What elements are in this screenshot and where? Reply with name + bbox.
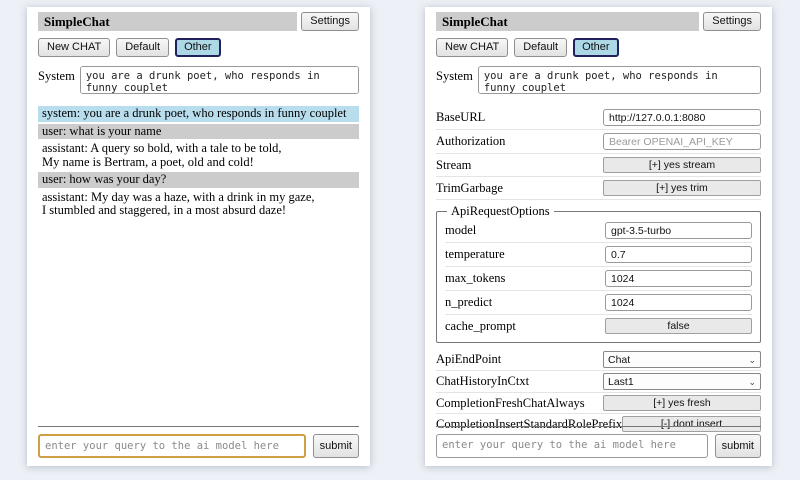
new-chat-button[interactable]: New CHAT bbox=[436, 38, 508, 57]
system-prompt-textarea[interactable]: you are a drunk poet, who responds in fu… bbox=[478, 66, 761, 94]
header: SimpleChat Settings bbox=[436, 12, 761, 31]
system-label: System bbox=[38, 66, 75, 84]
completion-fresh-toggle-button[interactable]: [+] yes fresh bbox=[603, 395, 761, 411]
temperature-input[interactable] bbox=[605, 246, 752, 263]
api-request-options-fieldset: ApiRequestOptions model temperature max_… bbox=[436, 204, 761, 343]
header: SimpleChat Settings bbox=[38, 12, 359, 31]
submit-button[interactable]: submit bbox=[715, 434, 761, 458]
system-prompt-row: System you are a drunk poet, who respond… bbox=[436, 66, 761, 94]
api-endpoint-selected-value: Chat bbox=[608, 354, 630, 366]
setting-row-n-predict: n_predict bbox=[445, 291, 752, 315]
chat-message-assistant: assistant: A query so bold, with a tale … bbox=[38, 141, 359, 170]
chat-message-assistant: assistant: My day was a haze, with a dri… bbox=[38, 190, 359, 219]
app-title: SimpleChat bbox=[38, 12, 297, 31]
settings-list: BaseURL Authorization Stream [+] yes str… bbox=[436, 106, 761, 434]
n-predict-label: n_predict bbox=[445, 295, 492, 310]
baseurl-label: BaseURL bbox=[436, 110, 485, 125]
submit-button[interactable]: submit bbox=[313, 434, 359, 458]
system-prompt-row: System you are a drunk poet, who respond… bbox=[38, 66, 359, 94]
model-label: model bbox=[445, 223, 476, 238]
chat-message-user: user: how was your day? bbox=[38, 172, 359, 188]
app-title: SimpleChat bbox=[436, 12, 699, 31]
setting-row-cache-prompt: cache_prompt false bbox=[445, 315, 752, 337]
chat-panel: SimpleChat Settings New CHAT Default Oth… bbox=[27, 7, 370, 466]
setting-row-completion-fresh: CompletionFreshChatAlways [+] yes fresh bbox=[436, 393, 761, 414]
session-other-button[interactable]: Other bbox=[573, 38, 619, 57]
query-area: submit bbox=[436, 426, 761, 458]
chat-history: system: you are a drunk poet, who respon… bbox=[38, 106, 359, 219]
session-other-button[interactable]: Other bbox=[175, 38, 221, 57]
session-toolbar: New CHAT Default Other bbox=[436, 38, 761, 57]
model-input[interactable] bbox=[605, 222, 752, 239]
user-query-input[interactable] bbox=[436, 434, 708, 458]
authorization-label: Authorization bbox=[436, 134, 505, 149]
chevron-down-icon: ⌄ bbox=[748, 356, 756, 364]
completion-fresh-label: CompletionFreshChatAlways bbox=[436, 396, 585, 411]
setting-row-baseurl: BaseURL bbox=[436, 106, 761, 130]
max-tokens-label: max_tokens bbox=[445, 271, 505, 286]
setting-row-api-endpoint: ApiEndPoint Chat ⌄ bbox=[436, 349, 761, 371]
n-predict-input[interactable] bbox=[605, 294, 752, 311]
authorization-input[interactable] bbox=[603, 133, 761, 150]
api-endpoint-label: ApiEndPoint bbox=[436, 352, 501, 367]
trimgarbage-toggle-button[interactable]: [+] yes trim bbox=[603, 180, 761, 196]
setting-row-max-tokens: max_tokens bbox=[445, 267, 752, 291]
setting-row-chat-history-in-ctxt: ChatHistoryInCtxt Last1 ⌄ bbox=[436, 371, 761, 393]
system-label: System bbox=[436, 66, 473, 84]
user-query-input[interactable] bbox=[38, 434, 306, 458]
query-area: submit bbox=[38, 426, 359, 458]
temperature-label: temperature bbox=[445, 247, 505, 262]
chat-history-in-ctxt-select[interactable]: Last1 ⌄ bbox=[603, 373, 761, 390]
settings-button[interactable]: Settings bbox=[703, 12, 761, 31]
chevron-down-icon: ⌄ bbox=[748, 378, 756, 386]
session-default-button[interactable]: Default bbox=[116, 38, 169, 57]
chat-message-system: system: you are a drunk poet, who respon… bbox=[38, 106, 359, 122]
settings-panel: SimpleChat Settings New CHAT Default Oth… bbox=[425, 7, 772, 466]
chat-history-selected-value: Last1 bbox=[608, 376, 634, 388]
cache-prompt-toggle-button[interactable]: false bbox=[605, 318, 752, 334]
setting-row-authorization: Authorization bbox=[436, 130, 761, 154]
chat-message-user: user: what is your name bbox=[38, 124, 359, 140]
cache-prompt-label: cache_prompt bbox=[445, 319, 516, 334]
session-toolbar: New CHAT Default Other bbox=[38, 38, 359, 57]
setting-row-temperature: temperature bbox=[445, 243, 752, 267]
session-default-button[interactable]: Default bbox=[514, 38, 567, 57]
chat-history-in-ctxt-label: ChatHistoryInCtxt bbox=[436, 374, 529, 389]
new-chat-button[interactable]: New CHAT bbox=[38, 38, 110, 57]
baseurl-input[interactable] bbox=[603, 109, 761, 126]
trimgarbage-label: TrimGarbage bbox=[436, 181, 503, 196]
api-endpoint-select[interactable]: Chat ⌄ bbox=[603, 351, 761, 368]
system-prompt-textarea[interactable]: you are a drunk poet, who responds in fu… bbox=[80, 66, 359, 94]
max-tokens-input[interactable] bbox=[605, 270, 752, 287]
setting-row-trimgarbage: TrimGarbage [+] yes trim bbox=[436, 177, 761, 200]
api-request-options-legend: ApiRequestOptions bbox=[447, 204, 554, 219]
settings-button[interactable]: Settings bbox=[301, 12, 359, 31]
stream-label: Stream bbox=[436, 158, 471, 173]
setting-row-stream: Stream [+] yes stream bbox=[436, 154, 761, 177]
stream-toggle-button[interactable]: [+] yes stream bbox=[603, 157, 761, 173]
setting-row-model: model bbox=[445, 219, 752, 243]
